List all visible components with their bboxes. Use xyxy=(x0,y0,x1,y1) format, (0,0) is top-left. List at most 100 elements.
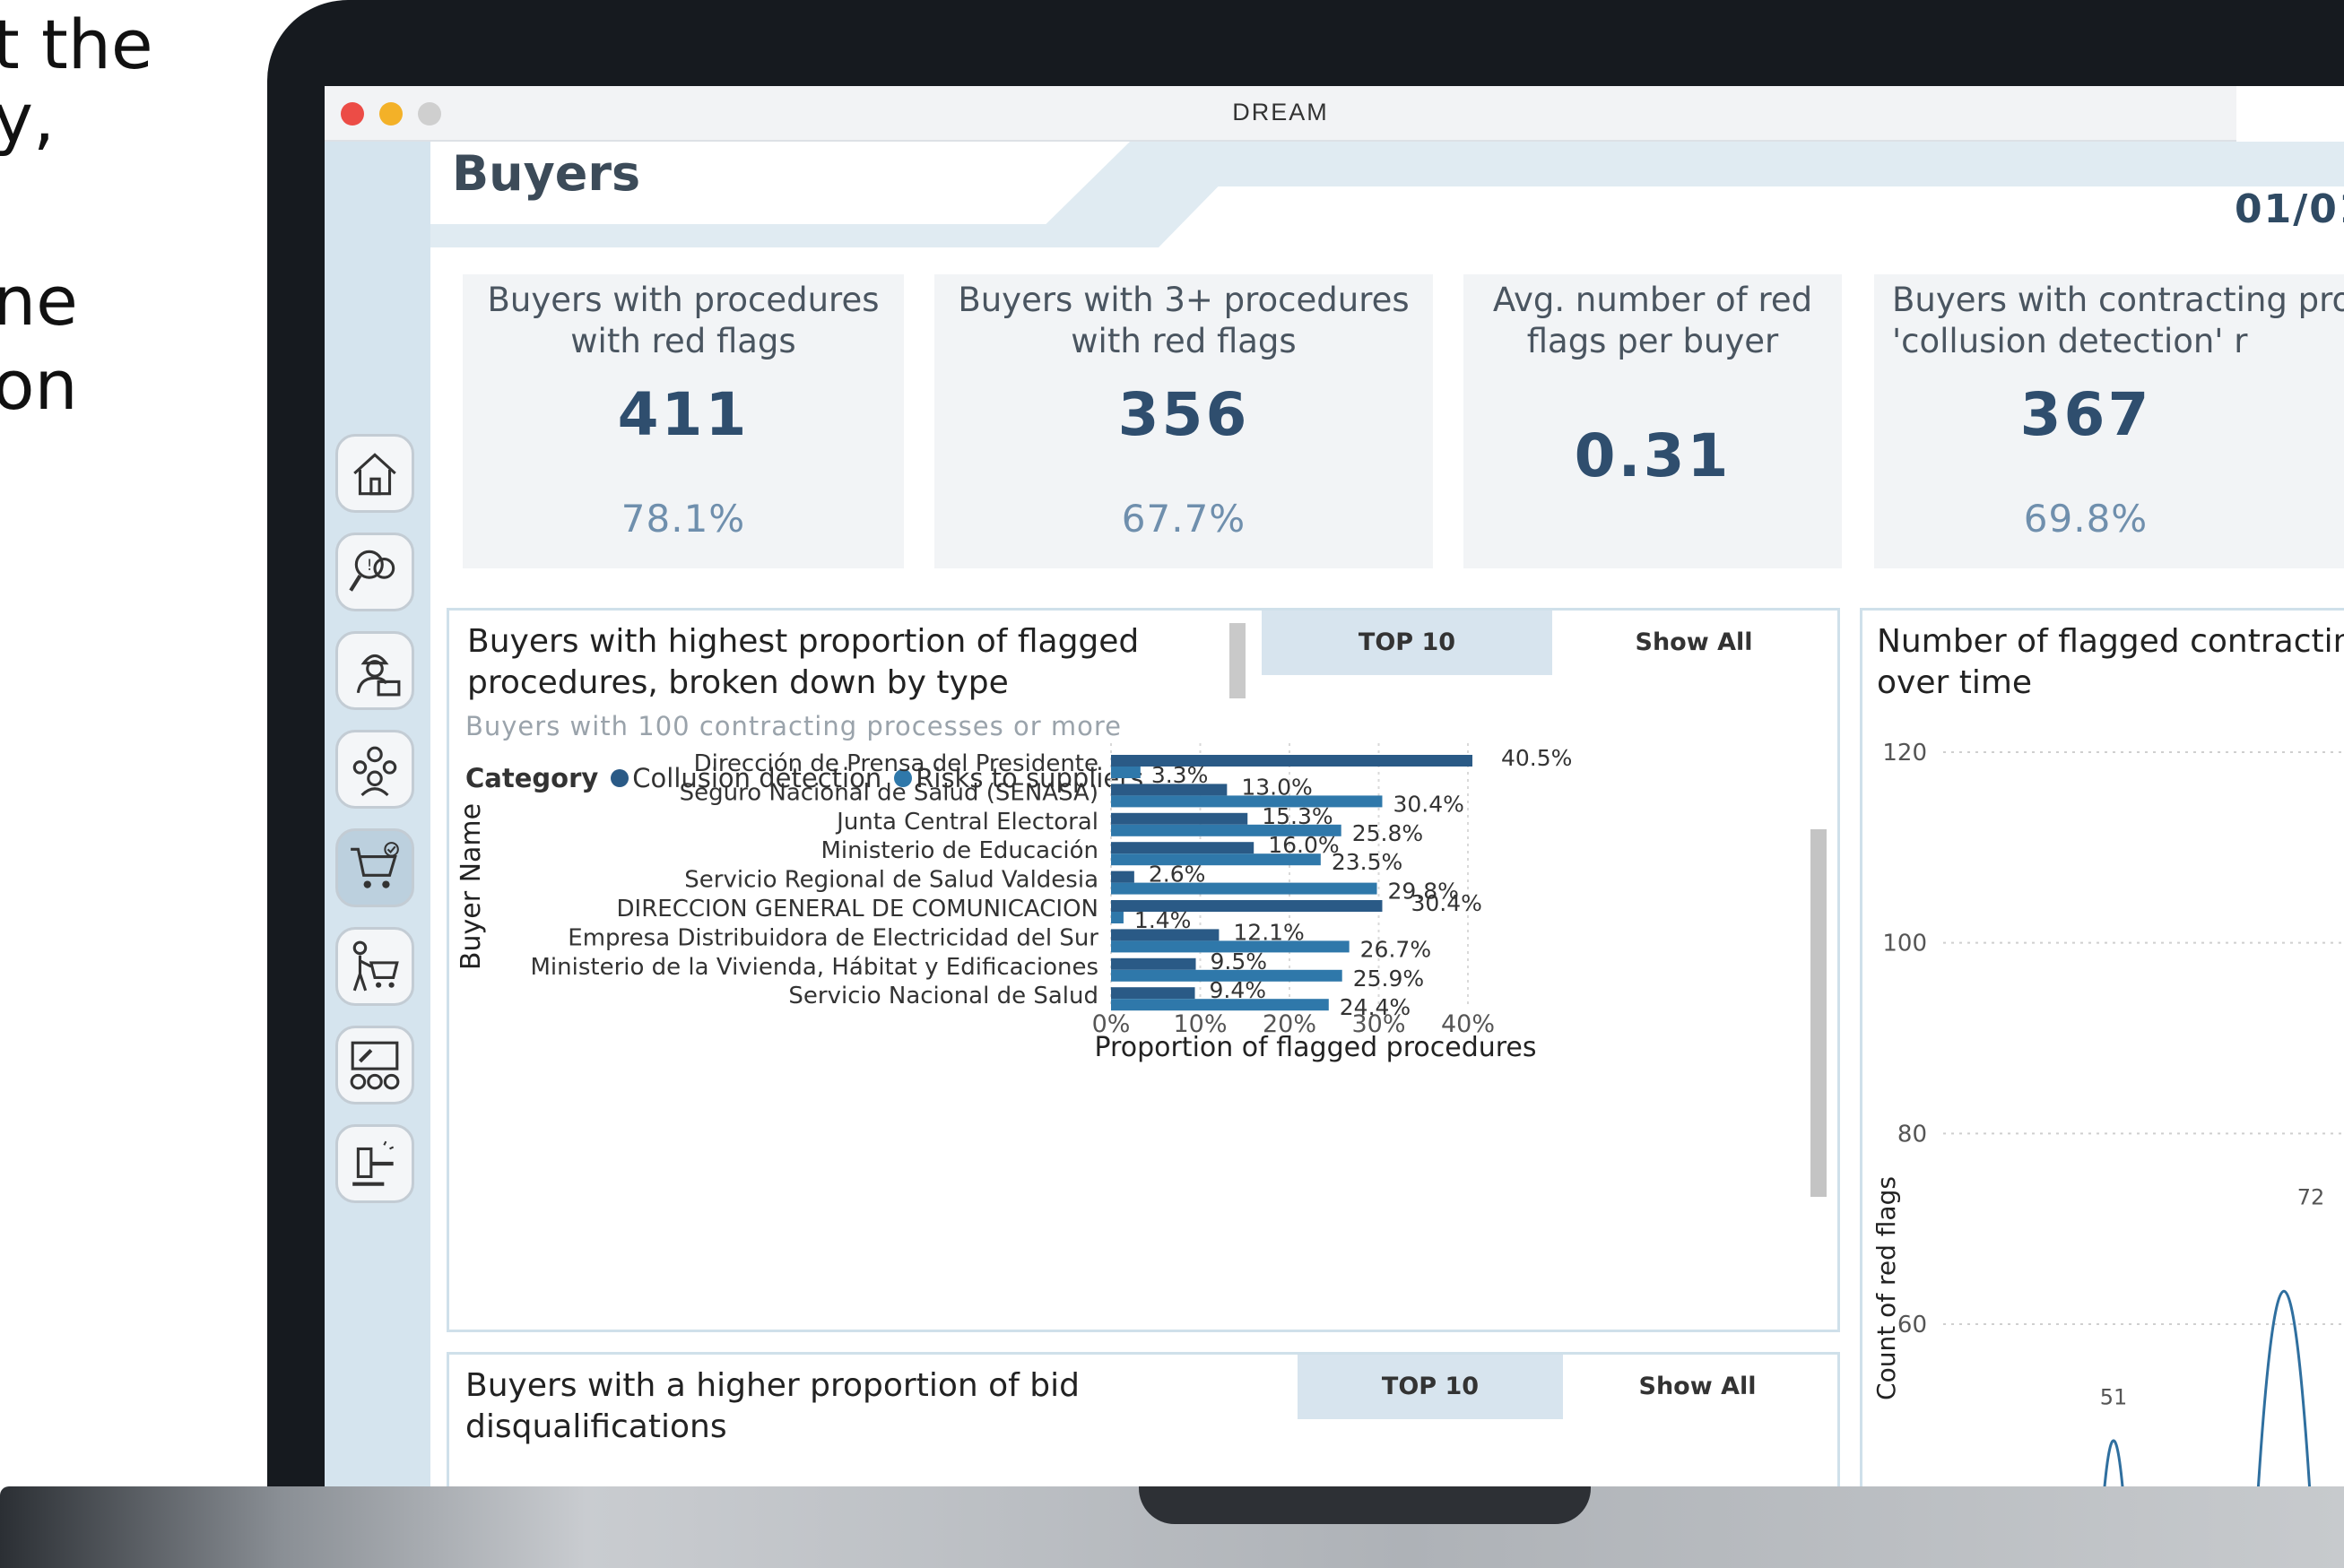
data-label-suppliers: 3.3% xyxy=(1151,762,1209,788)
person-cart-icon xyxy=(352,940,399,992)
auction-bids-icon xyxy=(350,1041,400,1090)
sidebar-item-home[interactable] xyxy=(335,434,414,513)
data-label-collusion: 12.1% xyxy=(1233,919,1304,945)
data-label-suppliers: 26.7% xyxy=(1360,936,1431,962)
tab-show-all[interactable]: Show All xyxy=(1563,1355,1832,1419)
bar-collusion-detection xyxy=(1111,842,1254,854)
sidebar-item-buyers[interactable] xyxy=(335,828,414,907)
data-label: 51 xyxy=(2100,1385,2128,1410)
buyers-group-icon xyxy=(352,746,397,797)
y-tick-label: 80 xyxy=(1897,1121,1927,1148)
data-label-collusion: 13.0% xyxy=(1241,774,1312,800)
tab-top-10[interactable]: TOP 10 xyxy=(1298,1355,1563,1419)
x-axis-label: Proportion of flagged procedures xyxy=(1094,1032,1536,1063)
data-label-suppliers: 1.4% xyxy=(1134,907,1192,933)
chart-scrollbar[interactable] xyxy=(1810,829,1827,1197)
chart-legend: Category Collusion detection Risks to supp… xyxy=(465,763,1143,793)
bar-risks-to-suppliers xyxy=(1111,853,1321,866)
bar-collusion-detection xyxy=(1111,812,1248,825)
legend-swatch-collusion xyxy=(611,769,629,787)
kpi-value: 411 xyxy=(617,380,750,449)
y-category-label: Servicio Nacional de Salud xyxy=(788,983,1098,1009)
sidebar-item-purchases[interactable] xyxy=(335,927,414,1006)
red-flag-search-icon: ! xyxy=(349,550,395,592)
flagged-over-time-panel: Number of flagged contracting over time … xyxy=(1860,608,2344,1486)
sidebar-item-suppliers[interactable] xyxy=(335,631,414,710)
kpi-label: Buyers with 3+ procedures with red flags xyxy=(958,281,1410,360)
sidebar: ! xyxy=(325,142,430,1486)
bar-risks-to-suppliers xyxy=(1111,969,1342,982)
panel-title: Buyers with highest proportion of flagge… xyxy=(467,623,1140,701)
legend-title: Category xyxy=(465,763,599,793)
sidebar-item-buyers-group[interactable] xyxy=(335,730,414,809)
kpi-value: 0.31 xyxy=(1574,421,1732,490)
data-label: 72 xyxy=(2297,1184,2325,1209)
legend-item-collusion[interactable]: Collusion detection xyxy=(632,763,881,793)
y-category-label: Empresa Distribuidora de Electricidad de… xyxy=(568,924,1098,951)
legend-swatch-suppliers xyxy=(894,769,913,787)
bid-disqualifications-panel: Buyers with a higher proportion of bid d… xyxy=(447,1352,1840,1486)
kpi-label: Avg. number of red flags per buyer xyxy=(1492,281,1813,360)
kpi-value: 367 xyxy=(2019,380,2152,449)
flagged-procedures-panel: Buyers with highest proportion of flagge… xyxy=(447,608,1840,1332)
bar-collusion-detection xyxy=(1111,755,1472,767)
panel-subtitle: Buyers with 100 contracting processes or… xyxy=(465,711,1122,741)
tab-top-10[interactable]: TOP 10 xyxy=(1262,611,1552,675)
data-label-collusion: 9.5% xyxy=(1211,949,1268,975)
shopping-cart-check-icon xyxy=(351,842,399,888)
side-text-line-1: t the xyxy=(0,4,153,84)
sidebar-item-legal[interactable] xyxy=(335,1124,414,1203)
x-tick-label: 0% xyxy=(1092,1010,1131,1038)
bar-risks-to-suppliers xyxy=(1111,795,1383,808)
data-label-collusion: 9.4% xyxy=(1210,977,1267,1003)
kpi-label: Buyers with contracting pro 'collusion d… xyxy=(1892,281,2344,360)
sidebar-item-auctions[interactable] xyxy=(335,1026,414,1105)
supplier-worker-icon xyxy=(356,654,401,697)
data-label-collusion: 2.6% xyxy=(1149,862,1206,888)
side-text-line-3: ne xyxy=(0,261,78,341)
kpi-card-buyers-3plus-red-flags: Buyers with 3+ procedures with red flags… xyxy=(934,274,1433,568)
data-label-collusion: 15.3% xyxy=(1262,803,1333,829)
y-category-label: Junta Central Electoral xyxy=(835,809,1098,836)
panel-scroll-handle[interactable] xyxy=(1229,623,1246,698)
data-label-collusion: 30.4% xyxy=(1411,890,1481,916)
panel-title: Buyers with a higher proportion of bid d… xyxy=(465,1367,1080,1445)
kpi-percentage: 69.8% xyxy=(2023,497,2149,541)
line-series-peak xyxy=(2103,1439,2124,1486)
data-label-suppliers: 25.8% xyxy=(1352,820,1423,846)
data-label-collusion: 40.5% xyxy=(1501,745,1572,771)
bar-collusion-detection xyxy=(1111,900,1383,912)
y-category-label: Ministerio de Educación xyxy=(821,837,1099,864)
laptop-notch xyxy=(1139,1486,1591,1524)
home-icon xyxy=(353,453,396,496)
window-title: DREAM xyxy=(1232,99,1329,126)
kpi-card-collusion-detection: Buyers with contracting pro 'collusion d… xyxy=(1874,274,2344,568)
kpi-card-buyers-with-red-flags: Buyers with procedures with red flags 41… xyxy=(463,274,904,568)
y-tick-label: 100 xyxy=(1882,931,1927,957)
data-label-suppliers: 25.9% xyxy=(1353,966,1424,992)
line-series-peak xyxy=(2256,1289,2312,1486)
window-titlebar: DREAM xyxy=(325,86,2236,142)
bar-collusion-detection xyxy=(1111,871,1134,883)
legend-item-suppliers[interactable]: Risks to suppliers xyxy=(916,763,1143,793)
y-category-label: Servicio Regional de Salud Valdesia xyxy=(684,867,1098,894)
y-category-label: Ministerio de la Vivienda, Hábitat y Edi… xyxy=(530,954,1098,981)
date-range[interactable]: 01/01 xyxy=(2235,186,2344,232)
y-axis-label: Buyer Name xyxy=(456,803,487,970)
x-tick-label: 30% xyxy=(1351,1010,1405,1038)
bar-risks-to-suppliers xyxy=(1111,824,1341,836)
bar-risks-to-suppliers xyxy=(1111,882,1377,895)
kpi-card-avg-red-flags: Avg. number of red flags per buyer 0.31 xyxy=(1463,274,1842,568)
kpi-percentage: 67.7% xyxy=(1121,497,1246,541)
x-tick-label: 10% xyxy=(1173,1010,1227,1038)
header-stripe xyxy=(1159,186,2344,247)
bar-risks-to-suppliers xyxy=(1111,912,1124,923)
data-label-suppliers: 30.4% xyxy=(1393,791,1463,817)
y-axis-label: Count of red flags xyxy=(1871,1176,1901,1400)
tab-show-all[interactable]: Show All xyxy=(1552,611,1836,675)
flagged-over-time-line-chart: 6080100120Count of red flags517240 xyxy=(1871,740,2344,1486)
data-label-suppliers: 29.8% xyxy=(1388,879,1459,905)
bar-collusion-detection xyxy=(1111,929,1220,941)
sidebar-item-red-flags[interactable]: ! xyxy=(335,533,414,611)
side-text-line-4: on xyxy=(0,345,78,425)
